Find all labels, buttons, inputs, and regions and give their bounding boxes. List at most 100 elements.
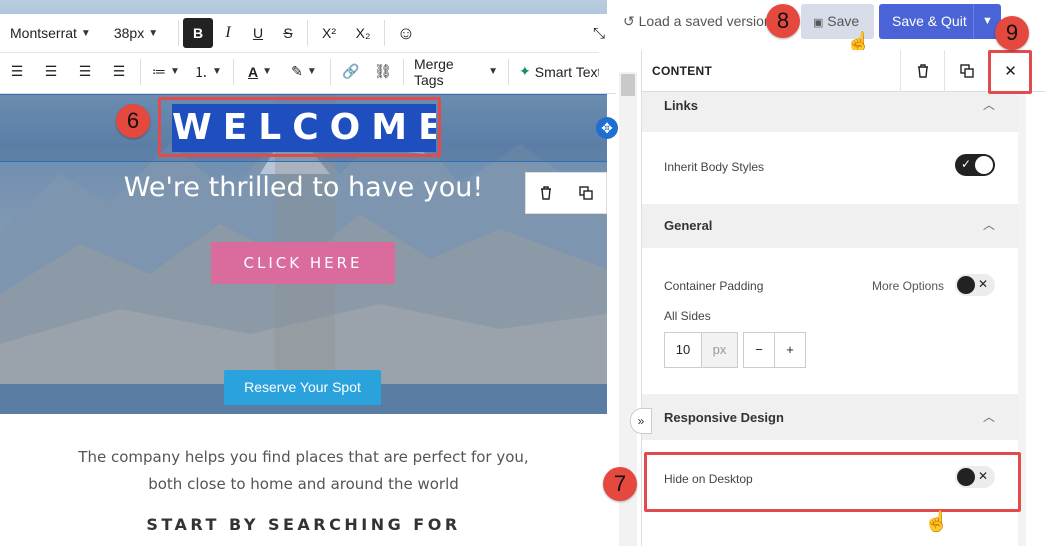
bullet-list-icon[interactable]: ≔ ▼ [145, 57, 187, 87]
padding-increase-button[interactable]: + [774, 332, 806, 368]
callout-badge-6: 6 [116, 104, 150, 138]
font-size-value: 38px [113, 25, 145, 41]
font-size-select[interactable]: 38px ▼ [98, 18, 174, 48]
hero-subtitle[interactable]: We're thrilled to have you! [0, 172, 607, 203]
panel-title: CONTENT [652, 64, 713, 78]
subscript-button[interactable]: X₂ [346, 18, 380, 48]
smart-text-button[interactable]: ✦ Smart Text [513, 57, 599, 87]
strikethrough-button[interactable]: S [273, 18, 303, 48]
history-icon: ↺ [623, 13, 635, 29]
align-center-icon[interactable]: ☰ [34, 57, 68, 87]
load-saved-label: Load a saved version [638, 13, 772, 29]
floppy-disk-icon: ▣ [813, 17, 824, 29]
chevron-up-icon: ︿ [983, 218, 996, 232]
font-family-select[interactable]: Montserrat ▼ [0, 18, 98, 48]
duplicate-icon[interactable] [578, 185, 594, 201]
chevron-down-icon: ▼ [262, 66, 273, 77]
section-general-label: General [664, 218, 713, 233]
toggle-knob [957, 276, 975, 294]
x-icon: ✕ [977, 277, 988, 291]
italic-button[interactable]: I [213, 18, 243, 48]
merge-tags-label: Merge Tags [414, 55, 454, 88]
chevron-down-icon: ▼ [80, 27, 91, 39]
font-family-value: Montserrat [10, 25, 77, 41]
callout-badge-9: 9 [995, 16, 1029, 50]
numbered-list-icon[interactable]: ⒈ ▼ [187, 57, 229, 87]
click-here-button[interactable]: CLICK HERE [211, 242, 395, 284]
chevron-down-icon: ▼ [148, 27, 159, 39]
body-paragraph[interactable]: The company helps you find places that a… [0, 444, 607, 498]
highlight-color-icon[interactable]: ✎ ▼ [282, 57, 326, 87]
section-responsive-label: Responsive Design [664, 410, 784, 425]
align-right-icon[interactable]: ☰ [68, 57, 102, 87]
section-responsive-design[interactable]: Responsive Design ︿ [642, 394, 1019, 440]
email-editor: WELCOME 6 ✥ We're thrilled to have you! … [0, 0, 1045, 546]
merge-tags-select[interactable]: Merge Tags ▼ [408, 55, 504, 88]
toolbar-divider [178, 20, 179, 46]
duplicate-block-button[interactable] [944, 50, 988, 92]
chevron-down-icon: ▼ [170, 66, 180, 77]
padding-decrease-button[interactable]: − [743, 332, 775, 368]
toolbar-divider [233, 58, 234, 85]
chevron-down-icon: ▼ [306, 66, 317, 77]
toolbar-divider [140, 58, 141, 85]
delete-block-button[interactable] [900, 50, 944, 92]
chevron-up-icon: ︿ [983, 98, 996, 112]
underline-button[interactable]: U [243, 18, 273, 48]
trash-icon[interactable] [538, 185, 554, 201]
search-heading[interactable]: START BY SEARCHING FOR [0, 515, 607, 534]
block-tools [525, 172, 607, 214]
section-links[interactable]: Links ︿ [642, 92, 1019, 132]
toggle-knob [975, 156, 993, 174]
link-icon[interactable]: 🔗 [335, 57, 367, 87]
body-line-1: The company helps you find places that a… [78, 448, 529, 466]
toolbar-divider [307, 20, 308, 46]
toolbar-divider [330, 58, 331, 85]
emoji-icon[interactable]: ☺ [389, 18, 423, 48]
body-line-2: both close to home and around the world [148, 475, 459, 493]
reserve-spot-button[interactable]: Reserve Your Spot [224, 370, 381, 405]
hide-desktop-highlight-box [644, 452, 1021, 512]
trash-icon [917, 64, 928, 78]
chevron-down-icon: ▼ [212, 66, 222, 77]
title-highlight-box [158, 97, 441, 157]
padding-unit-label: px [701, 332, 738, 368]
panel-header: CONTENT ✕ [642, 50, 1045, 92]
save-and-quit-button[interactable]: Save & Quit ▼ [879, 4, 1001, 39]
scrollbar-thumb[interactable] [621, 74, 635, 96]
container-padding-label: Container Padding [664, 279, 764, 293]
chevron-up-icon: ︿ [983, 410, 996, 424]
save-label: Save [827, 13, 860, 29]
all-sides-label: All Sides [664, 309, 711, 323]
chevron-down-icon: ▼ [488, 66, 498, 77]
align-left-icon[interactable]: ☰ [0, 57, 34, 87]
collapse-panel-icon[interactable]: » [630, 408, 652, 434]
duplicate-icon [959, 64, 974, 78]
toolbar-divider [403, 58, 404, 85]
section-links-label: Links [664, 98, 698, 113]
superscript-button[interactable]: X² [312, 18, 346, 48]
toolbar-divider [508, 58, 509, 85]
text-color-icon[interactable]: A ▼ [238, 57, 282, 87]
check-icon: ✓ [961, 157, 972, 171]
move-icon[interactable]: ✥ [596, 117, 618, 139]
align-justify-icon[interactable]: ☰ [102, 57, 136, 87]
magic-wand-icon: ✦ [519, 63, 531, 79]
bold-button[interactable]: B [183, 18, 213, 48]
inherit-body-styles-row: Inherit Body Styles ✓ [642, 132, 1019, 204]
padding-value-input[interactable]: 10 [664, 332, 702, 368]
inherit-body-styles-toggle[interactable]: ✓ [955, 154, 995, 176]
toolbar-row-1: Montserrat ▼ 38px ▼ B I U S X² X₂ ☺ ⤡ [0, 14, 605, 52]
more-options-toggle[interactable]: ✕ [955, 274, 995, 296]
toolbar-row-2: ☰ ☰ ☰ ☰ ≔ ▼ ⒈ ▼ A ▼ ✎ ▼ 🔗 ⛓ Merge Tags ▼ ✦ Sma… [0, 52, 599, 90]
hand-cursor-icon: ☝ [924, 511, 949, 533]
text-formatting-toolbar: Montserrat ▼ 38px ▼ B I U S X² X₂ ☺ ⤡ ☰ ☰ … [0, 14, 616, 94]
load-saved-version-link[interactable]: ↺ Load a saved version [623, 13, 772, 30]
inherit-body-styles-label: Inherit Body Styles [664, 160, 765, 174]
unlink-icon[interactable]: ⛓ [367, 57, 399, 87]
callout-badge-7: 7 [603, 467, 637, 501]
section-general[interactable]: General ︿ [642, 204, 1019, 248]
callout-badge-8: 8 [766, 4, 800, 38]
toolbar-divider [384, 20, 385, 46]
container-padding-row: Container Padding More Options ✕ All Sid… [642, 248, 1019, 394]
